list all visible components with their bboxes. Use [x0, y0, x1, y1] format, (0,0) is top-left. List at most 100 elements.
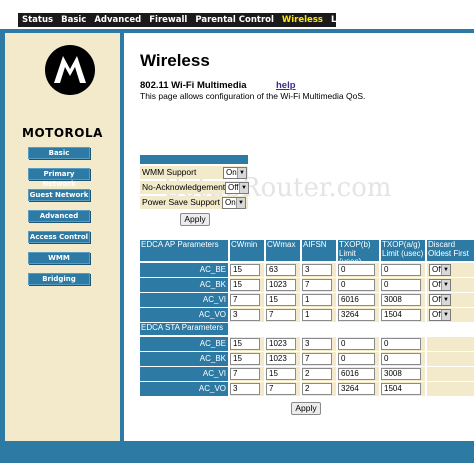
sidebar-item-basic[interactable]: Basic — [28, 147, 90, 159]
nav-parental-control[interactable]: Parental Control — [191, 15, 278, 25]
edca-input[interactable]: 3 — [230, 309, 260, 321]
edca-input[interactable]: 3264 — [338, 383, 375, 395]
main-content: Wireless 802.11 Wi-Fi Multimedia help Th… — [124, 33, 474, 441]
nav-logout[interactable]: Logout — [327, 15, 368, 25]
edca-input[interactable]: 15 — [230, 338, 260, 350]
edca-input[interactable]: 2 — [302, 383, 332, 395]
sidebar-item-wmm[interactable]: WMM — [28, 252, 90, 264]
page-description: This page allows configuration of the Wi… — [140, 91, 366, 101]
select-value: On — [226, 168, 237, 177]
edca-input[interactable]: 1 — [302, 309, 332, 321]
chevron-down-icon: ▼ — [237, 168, 246, 178]
edca-input[interactable]: 7 — [302, 279, 332, 291]
edca-input[interactable]: 7 — [302, 353, 332, 365]
edca-cell — [427, 367, 474, 381]
edca-input[interactable]: 1023 — [266, 338, 296, 350]
select-value: Off — [228, 183, 239, 192]
edca-row-label: AC_BE — [140, 337, 228, 351]
wmm-select[interactable]: On ▼ — [223, 167, 247, 179]
edca-input[interactable]: 0 — [338, 264, 375, 276]
edca-row-label: AC_VI — [140, 293, 228, 307]
edca-column-header: TXOP(a/g) Limit (usec) — [381, 240, 425, 261]
sidebar-item-access-control[interactable]: Access Control — [28, 231, 90, 243]
nav-firewall[interactable]: Firewall — [145, 15, 191, 25]
edca-input[interactable]: 7 — [230, 368, 260, 380]
chevron-down-icon: ▼ — [441, 280, 450, 290]
edca-ap-header: EDCA AP Parameters — [140, 240, 228, 261]
edca-input[interactable]: 2 — [302, 368, 332, 380]
chevron-down-icon: ▼ — [441, 265, 450, 275]
edca-row-label: AC_BE — [140, 263, 228, 277]
edca-input[interactable]: 3008 — [381, 368, 421, 380]
edca-input[interactable]: 1504 — [381, 309, 421, 321]
brand-logo-text: MOTOROLA — [22, 126, 103, 140]
edca-input[interactable]: 3 — [230, 383, 260, 395]
edca-apply-button[interactable]: Apply — [291, 402, 321, 415]
sidebar-item-bridging[interactable]: Bridging — [28, 273, 90, 285]
edca-input[interactable]: 7 — [266, 383, 296, 395]
edca-row-label: AC_BK — [140, 352, 228, 366]
edca-input[interactable]: 3008 — [381, 294, 421, 306]
edca-input[interactable]: 0 — [338, 279, 375, 291]
discard-select[interactable]: Off ▼ — [429, 309, 451, 321]
edca-column-header: AIFSN — [302, 240, 336, 261]
left-panel: MOTOROLA Basic Primary Network Guest Netwo… — [0, 33, 124, 441]
edca-input[interactable]: 7 — [266, 309, 296, 321]
edca-input[interactable]: 15 — [230, 279, 260, 291]
sidebar-item-guest-network[interactable]: Guest Network — [28, 189, 90, 201]
edca-input[interactable]: 15 — [230, 264, 260, 276]
edca-input[interactable]: 1 — [302, 294, 332, 306]
wmm-settings-header — [140, 155, 248, 164]
edca-input[interactable]: 15 — [230, 353, 260, 365]
wmm-label: Power Save Support — [142, 197, 220, 207]
edca-input[interactable]: 15 — [266, 294, 296, 306]
edca-input[interactable]: 0 — [338, 338, 375, 350]
page-title: Wireless — [140, 51, 210, 70]
select-value: On — [225, 198, 236, 207]
edca-input[interactable]: 3 — [302, 338, 332, 350]
edca-row-label: AC_BK — [140, 278, 228, 292]
edca-column-header: CWmin — [230, 240, 264, 261]
help-link[interactable]: help — [276, 80, 296, 91]
discard-select[interactable]: Off ▼ — [429, 294, 451, 306]
edca-input[interactable]: 0 — [381, 338, 421, 350]
edca-input[interactable]: 0 — [381, 264, 421, 276]
edca-input[interactable]: 3264 — [338, 309, 375, 321]
edca-input[interactable]: 63 — [266, 264, 296, 276]
discard-select[interactable]: Off ▼ — [429, 279, 451, 291]
edca-input[interactable]: 7 — [230, 294, 260, 306]
edca-input[interactable]: 6016 — [338, 294, 375, 306]
section-title: 802.11 Wi-Fi Multimedia — [140, 80, 247, 91]
chevron-down-icon: ▼ — [441, 310, 450, 320]
wmm-select[interactable]: Off ▼ — [225, 182, 249, 194]
bottom-bar — [0, 441, 474, 463]
edca-sta-header: EDCA STA Parameters — [140, 323, 228, 335]
edca-input[interactable]: 1023 — [266, 279, 296, 291]
edca-input[interactable]: 0 — [338, 353, 375, 365]
edca-input[interactable]: 0 — [381, 279, 421, 291]
top-bar: Status Basic Advanced Firewall Parental Cont… — [0, 0, 474, 30]
wmm-label: No-Acknowledgement — [142, 182, 226, 192]
edca-column-header: Discard Oldest First — [427, 240, 474, 261]
nav-wireless[interactable]: Wireless — [278, 15, 327, 25]
edca-input[interactable]: 1023 — [266, 353, 296, 365]
edca-input[interactable]: 1504 — [381, 383, 421, 395]
edca-row-label: AC_VO — [140, 382, 228, 396]
nav-basic[interactable]: Basic — [57, 15, 90, 25]
edca-column-header: CWmax — [266, 240, 300, 261]
edca-cell — [427, 352, 474, 366]
discard-select[interactable]: Off ▼ — [429, 264, 451, 276]
sidebar-item-advanced[interactable]: Advanced — [28, 210, 90, 222]
wmm-select[interactable]: On ▼ — [222, 197, 246, 209]
edca-column-header: TXOP(b) Limit (usec) — [338, 240, 379, 261]
nav-advanced[interactable]: Advanced — [90, 15, 145, 25]
edca-input[interactable]: 0 — [381, 353, 421, 365]
edca-cell — [427, 382, 474, 396]
nav-status[interactable]: Status — [18, 15, 57, 25]
edca-input[interactable]: 6016 — [338, 368, 375, 380]
sidebar-item-primary-network[interactable]: Primary Network — [28, 168, 90, 188]
edca-input[interactable]: 3 — [302, 264, 332, 276]
edca-row-label: AC_VI — [140, 367, 228, 381]
edca-input[interactable]: 15 — [266, 368, 296, 380]
wmm-apply-button[interactable]: Apply — [180, 213, 210, 226]
